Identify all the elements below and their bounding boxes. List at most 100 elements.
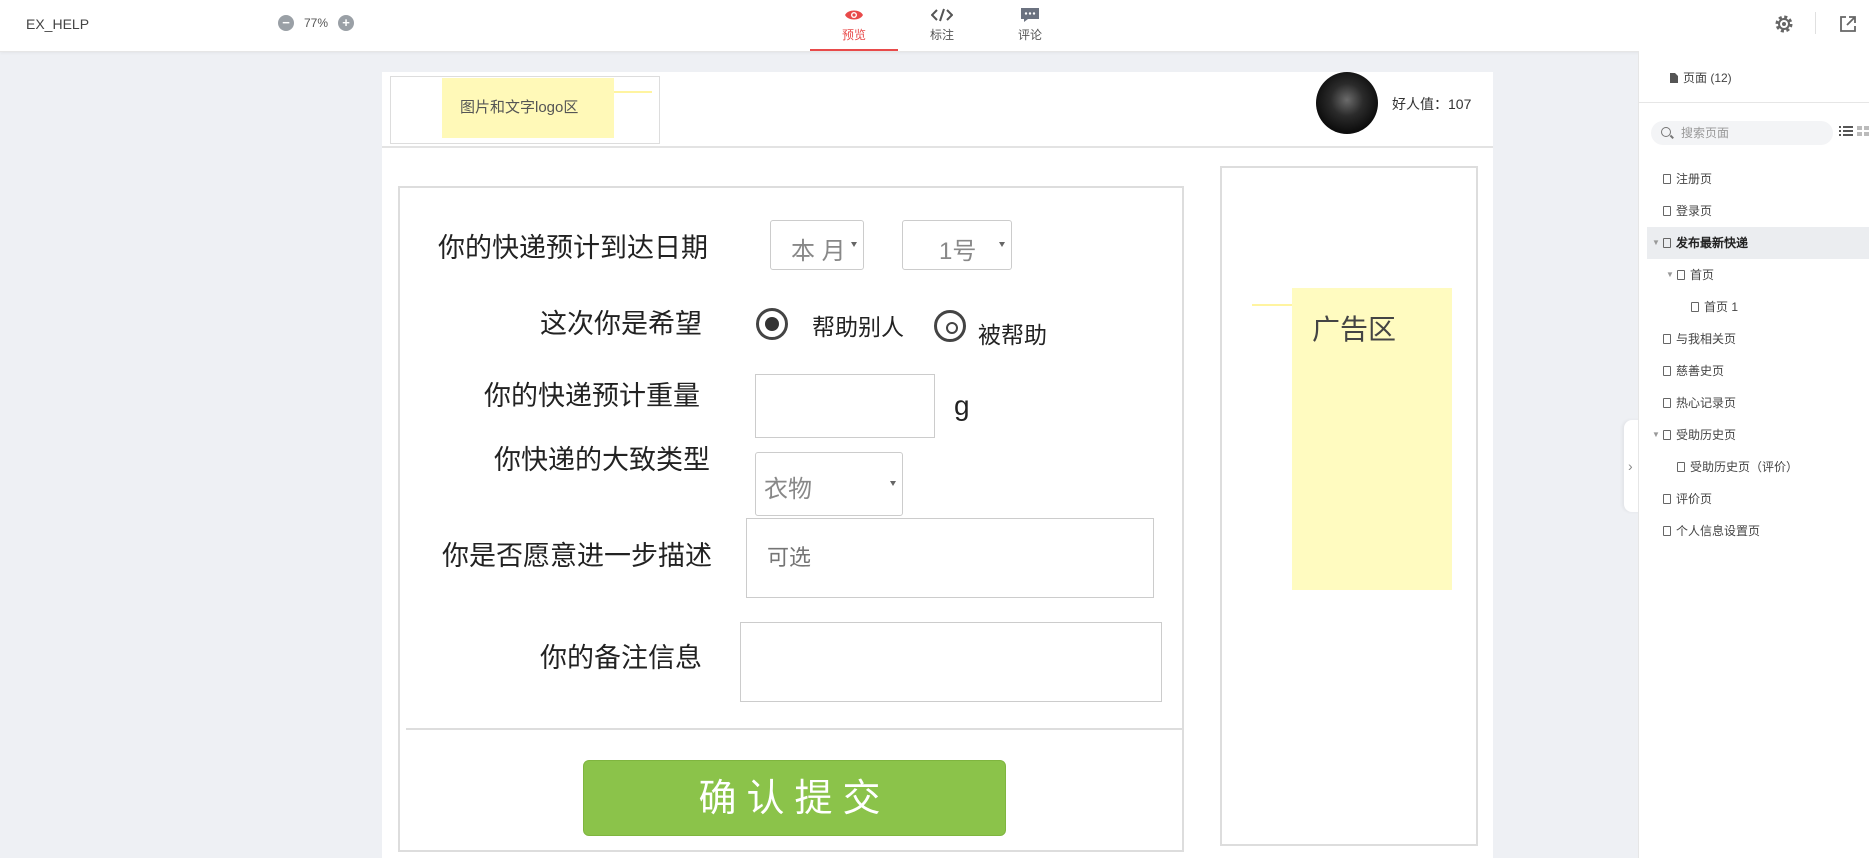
page-tree-item[interactable]: 与我相关页 xyxy=(1647,323,1869,355)
page-tree-label: 热心记录页 xyxy=(1676,396,1737,410)
page-icon xyxy=(1663,430,1671,440)
page-tree-item[interactable]: 受助历史页（评价） xyxy=(1647,451,1869,483)
page-icon xyxy=(1663,398,1671,408)
sidebar-divider xyxy=(1639,102,1869,103)
annotation-connector xyxy=(1252,304,1292,306)
ad-annotation: 广告区 xyxy=(1292,288,1452,590)
list-view-icon[interactable] xyxy=(1839,125,1853,137)
type-select-value: 衣物 xyxy=(764,476,812,503)
toolbar-divider xyxy=(1815,12,1816,34)
page-tree-item[interactable]: 慈善史页 xyxy=(1647,355,1869,387)
weight-input[interactable] xyxy=(755,374,935,438)
delivery-form: 你的快递预计到达日期 本 月 1号 这次你是希望 帮助别人 被帮助 你的快递预计… xyxy=(398,186,1184,852)
zoom-level: 77% xyxy=(304,16,329,30)
grid-view-icon[interactable] xyxy=(1857,125,1869,137)
remark-input[interactable] xyxy=(740,622,1162,702)
comment-icon xyxy=(986,6,1074,24)
page-tree-label: 受助历史页（评价） xyxy=(1690,460,1799,474)
zoom-in-button[interactable]: + xyxy=(338,15,355,31)
tab-label: 预览 xyxy=(841,28,866,42)
search-placeholder: 搜索页面 xyxy=(1681,126,1730,140)
top-toolbar: EX_HELP − 77% + 预览 标注 评论 xyxy=(0,0,1869,52)
annotation-connector xyxy=(614,91,652,93)
page-tree-label: 个人信息设置页 xyxy=(1676,524,1761,538)
form-divider xyxy=(406,728,1184,730)
karma-score: 好人值：107 xyxy=(1392,96,1472,112)
tab-preview[interactable]: 预览 xyxy=(810,0,898,51)
chevron-down-icon xyxy=(851,242,857,247)
hope-label: 这次你是希望 xyxy=(540,309,702,339)
view-tabs: 预览 标注 评论 xyxy=(810,0,1074,51)
page-tree-label: 首页 1 xyxy=(1704,300,1739,314)
share-icon[interactable] xyxy=(1838,14,1858,34)
chevron-right-icon: › xyxy=(1628,458,1633,474)
date-label: 你的快递预计到达日期 xyxy=(438,233,708,263)
page-search-input[interactable]: 搜索页面 xyxy=(1651,121,1833,145)
page-icon xyxy=(1663,494,1671,504)
month-select-value: 本 月 xyxy=(791,238,846,265)
avatar[interactable] xyxy=(1316,72,1378,134)
submit-button[interactable]: 确认提交 xyxy=(583,760,1006,836)
page-tree-item[interactable]: ▼ 首页 xyxy=(1647,259,1869,291)
chevron-down-icon xyxy=(890,481,896,486)
describe-input[interactable] xyxy=(746,518,1154,598)
page-tree-label: 登录页 xyxy=(1676,204,1713,218)
day-select-value: 1号 xyxy=(939,238,977,265)
tab-comment[interactable]: 评论 xyxy=(986,0,1074,51)
tab-annotate[interactable]: 标注 xyxy=(898,0,986,51)
expand-arrow-icon[interactable]: ▼ xyxy=(1652,419,1660,451)
page-tree-label: 注册页 xyxy=(1676,172,1713,186)
page-tree-label: 发布最新快递 xyxy=(1676,236,1749,250)
page-tree-item[interactable]: 注册页 xyxy=(1647,163,1869,195)
tab-label: 评论 xyxy=(1017,28,1042,42)
pages-title: 页面 (12) xyxy=(1683,71,1732,85)
page-tree-item[interactable]: 登录页 xyxy=(1647,195,1869,227)
page-tree-label: 慈善史页 xyxy=(1676,364,1725,378)
expand-arrow-icon[interactable]: ▼ xyxy=(1652,227,1660,259)
page-icon xyxy=(1691,302,1699,312)
prototype-canvas: 图片和文字logo区 好人值：107 你的快递预计到达日期 本 月 1号 这次你… xyxy=(382,72,1493,858)
gear-icon[interactable] xyxy=(1773,13,1795,35)
page-tree-item[interactable]: 首页 1 xyxy=(1647,291,1869,323)
page-tree-item[interactable]: 评价页 xyxy=(1647,483,1869,515)
page-icon xyxy=(1677,462,1685,472)
page-tree-label: 评价页 xyxy=(1676,492,1713,506)
month-select[interactable]: 本 月 xyxy=(770,220,864,270)
expand-arrow-icon[interactable]: ▼ xyxy=(1666,259,1674,291)
page-icon xyxy=(1677,270,1685,280)
page-tree-item[interactable]: 个人信息设置页 xyxy=(1647,515,1869,547)
radio-help-others[interactable] xyxy=(756,308,788,340)
search-icon xyxy=(1661,127,1671,137)
page-tree-label: 首页 xyxy=(1690,268,1715,282)
prototype-header: 图片和文字logo区 好人值：107 xyxy=(382,72,1493,148)
tab-label: 标注 xyxy=(929,28,954,42)
weight-label: 你的快递预计重量 xyxy=(484,381,700,411)
radio-be-helped[interactable] xyxy=(934,310,966,342)
eye-icon xyxy=(810,6,898,24)
app-title: EX_HELP xyxy=(26,16,90,32)
pages-sidebar: 页面 (12) 搜索页面 注册页 登录页 ▼ 发布最新快递 ▼ 首页 首页 1 与我相关页 慈善… xyxy=(1638,51,1869,858)
document-icon xyxy=(1670,72,1678,83)
code-icon xyxy=(898,6,986,24)
page-tree-item[interactable]: ▼ 发布最新快递 xyxy=(1647,227,1869,259)
day-select[interactable]: 1号 xyxy=(902,220,1012,270)
page-icon xyxy=(1663,206,1671,216)
page-tree: 注册页 登录页 ▼ 发布最新快递 ▼ 首页 首页 1 与我相关页 慈善史页 热心记录页 ▼ 受助历史页… xyxy=(1647,163,1869,547)
page-icon xyxy=(1663,238,1671,248)
page-tree-label: 受助历史页 xyxy=(1676,428,1737,442)
radio-help-others-label: 帮助别人 xyxy=(812,314,904,340)
zoom-control: − 77% + xyxy=(278,15,355,31)
type-select[interactable]: 衣物 xyxy=(755,452,903,516)
zoom-out-button[interactable]: − xyxy=(278,15,294,31)
page-icon xyxy=(1663,174,1671,184)
chevron-down-icon xyxy=(999,242,1005,247)
page-tree-item[interactable]: 热心记录页 xyxy=(1647,387,1869,419)
describe-label: 你是否愿意进一步描述 xyxy=(442,541,712,571)
page-tree-item[interactable]: ▼ 受助历史页 xyxy=(1647,419,1869,451)
weight-unit: g xyxy=(954,390,970,421)
type-label: 你快递的大致类型 xyxy=(494,445,710,475)
page-icon xyxy=(1663,366,1671,376)
logo-annotation: 图片和文字logo区 xyxy=(442,78,614,138)
remark-label: 你的备注信息 xyxy=(540,643,702,673)
page-tree-label: 与我相关页 xyxy=(1676,332,1737,346)
